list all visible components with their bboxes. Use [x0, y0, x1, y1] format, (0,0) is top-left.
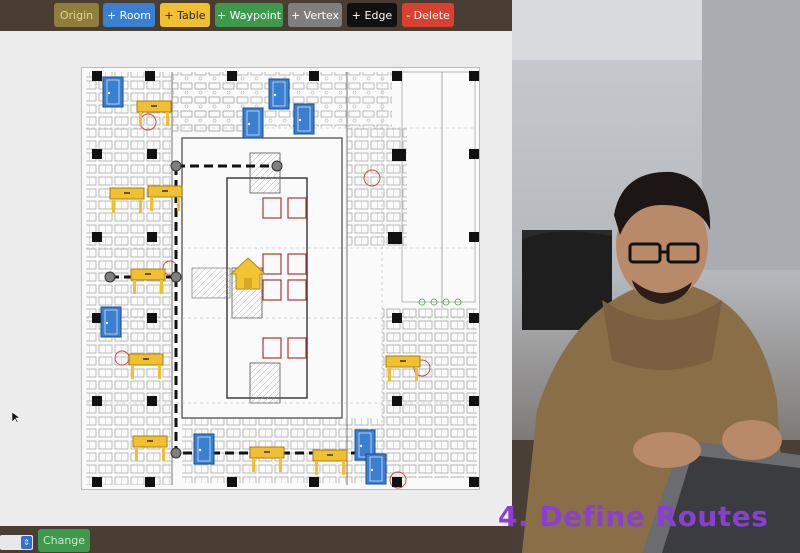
floor-select[interactable]: ⇕ [0, 535, 33, 550]
floorplan-editor: Origin + Room + Table + Waypoint + Verte… [0, 0, 512, 553]
door-icon [193, 433, 215, 465]
toolbar: Origin + Room + Table + Waypoint + Verte… [0, 0, 512, 31]
door-icon [242, 107, 264, 139]
mouse-cursor-icon [12, 412, 20, 424]
change-button[interactable]: Change [38, 529, 90, 552]
bottom-bar: ⇕ Change [0, 526, 512, 553]
add-vertex-button[interactable]: + Vertex [288, 3, 342, 27]
door-icon [100, 306, 122, 338]
door-icon [293, 103, 315, 135]
add-table-button[interactable]: + Table [160, 3, 210, 27]
video-caption: 4. Define Routes [498, 500, 769, 533]
door-icon [102, 76, 124, 108]
origin-button[interactable]: Origin [54, 3, 99, 27]
home-icon[interactable] [229, 257, 267, 290]
chevron-updown-icon: ⇕ [21, 536, 32, 549]
door-icon [365, 453, 387, 485]
presenter-video [512, 0, 800, 553]
editor-canvas[interactable] [0, 31, 512, 526]
door-icon [268, 78, 290, 110]
delete-button[interactable]: - Delete [402, 3, 454, 27]
add-edge-button[interactable]: + Edge [347, 3, 397, 27]
add-room-button[interactable]: + Room [103, 3, 155, 27]
add-waypoint-button[interactable]: + Waypoint [215, 3, 283, 27]
floor-plan[interactable] [81, 67, 480, 490]
